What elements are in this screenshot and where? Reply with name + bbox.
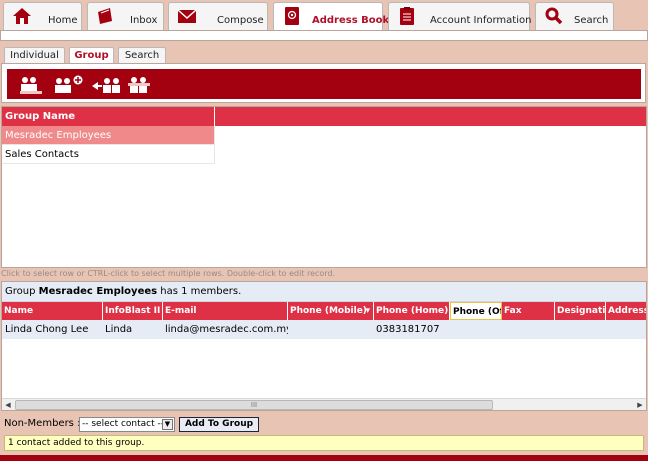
top-nav: Home Inbox Compose Address Book Account … xyxy=(0,0,648,30)
nav-tab-account-information[interactable]: Account Information xyxy=(388,2,532,30)
non-members-bar: Non-Members : -- select contact -- ▼ Add… xyxy=(0,414,648,434)
cell-fax xyxy=(502,320,555,339)
grid-hint-text: Click to select row or CTRL-click to sel… xyxy=(1,269,336,278)
contact-select[interactable]: -- select contact -- ▼ xyxy=(79,417,175,432)
cell-address xyxy=(606,320,646,339)
cell-infoblast: Linda xyxy=(105,324,133,335)
scroll-right-icon[interactable]: ▶ xyxy=(634,399,646,411)
sub-tabs: Individual Group Search xyxy=(0,45,648,65)
cell-email: linda@mesradec.com.my xyxy=(165,324,288,335)
home-icon xyxy=(13,8,31,24)
add-to-group-button[interactable]: Add To Group xyxy=(179,417,259,432)
group-icon[interactable] xyxy=(19,75,45,95)
folder-icon xyxy=(98,8,112,24)
contact-select-value: -- select contact -- xyxy=(82,419,164,429)
column-header-phone-home[interactable]: Phone (Home) xyxy=(374,302,450,320)
horizontal-scrollbar[interactable]: ◀ III ▶ xyxy=(2,398,646,410)
column-header-phone-mobile[interactable]: Phone (Mobile) ▾ xyxy=(288,302,374,320)
non-members-label: Non-Members : xyxy=(4,418,81,429)
move-group-icon[interactable] xyxy=(91,75,123,95)
column-header-phone-mobile-label: Phone (Mobile) xyxy=(290,306,367,316)
group-toolbar xyxy=(1,63,646,103)
members-info-suffix: has 1 members. xyxy=(157,286,242,297)
nav-tab-inbox[interactable]: Inbox xyxy=(87,2,164,30)
nav-tab-label: Search xyxy=(574,15,609,26)
status-message: 1 contact added to this group. xyxy=(4,435,644,451)
nav-tab-address-book[interactable]: Address Book xyxy=(273,2,389,30)
column-header-group-name[interactable]: Group Name xyxy=(2,107,215,126)
nav-underline xyxy=(0,30,648,41)
cell-phone-office xyxy=(450,320,502,339)
members-group-name: Mesradec Employees xyxy=(38,286,158,297)
delete-group-icon[interactable] xyxy=(127,75,153,95)
column-header-email[interactable]: E-mail xyxy=(163,302,288,320)
members-info-prefix: Group xyxy=(5,286,39,297)
scrollbar-thumb[interactable]: III xyxy=(15,400,493,410)
members-grid: Group Mesradec Employees has 1 members. … xyxy=(1,281,647,411)
nav-tab-home[interactable]: Home xyxy=(3,2,82,30)
cell-name: Linda Chong Lee xyxy=(5,324,89,335)
add-group-icon[interactable] xyxy=(53,75,85,95)
chevron-down-icon[interactable]: ▼ xyxy=(162,419,173,430)
group-row-mesradec-employees[interactable]: Mesradec Employees xyxy=(2,126,215,145)
column-header-address[interactable]: Address xyxy=(606,302,646,320)
nav-tab-search[interactable]: Search xyxy=(535,2,614,30)
group-grid: Group Name Mesradec Employees Sales Cont… xyxy=(1,106,647,268)
table-row[interactable]: Linda Chong Lee Linda linda@mesradec.com… xyxy=(2,320,646,339)
column-header-name[interactable]: Name xyxy=(2,302,103,320)
column-header-designation[interactable]: Designatio xyxy=(555,302,606,320)
bottom-bar xyxy=(0,455,648,461)
column-header-infoblast[interactable]: InfoBlast II xyxy=(103,302,163,320)
address-book-icon xyxy=(285,7,299,25)
nav-tab-compose[interactable]: Compose xyxy=(168,2,268,30)
column-menu-icon[interactable]: ▾ xyxy=(365,302,370,320)
nav-tab-label: Address Book xyxy=(312,15,390,26)
nav-tab-label: Inbox xyxy=(130,15,158,26)
column-header-phone-office[interactable]: Phone (Of xyxy=(450,302,502,320)
group-grid-header: Group Name xyxy=(2,107,646,126)
toolbar-strip xyxy=(7,69,641,99)
column-header-fax[interactable]: Fax xyxy=(502,302,555,320)
magnifier-icon xyxy=(545,7,563,25)
nav-tab-label: Home xyxy=(48,15,78,26)
envelope-icon xyxy=(177,9,197,23)
members-info: Group Mesradec Employees has 1 members. xyxy=(2,282,646,302)
nav-tab-label: Compose xyxy=(217,15,264,26)
group-row-sales-contacts[interactable]: Sales Contacts xyxy=(2,145,215,164)
cell-phone-mobile xyxy=(288,320,374,339)
scroll-left-icon[interactable]: ◀ xyxy=(2,399,14,411)
nav-tab-label: Account Information xyxy=(430,15,532,26)
members-grid-header: Name InfoBlast II E-mail Phone (Mobile) ▾… xyxy=(2,302,646,320)
cell-phone-home: 0383181707 xyxy=(376,324,440,335)
clipboard-icon xyxy=(400,7,414,25)
cell-designation xyxy=(555,320,606,339)
